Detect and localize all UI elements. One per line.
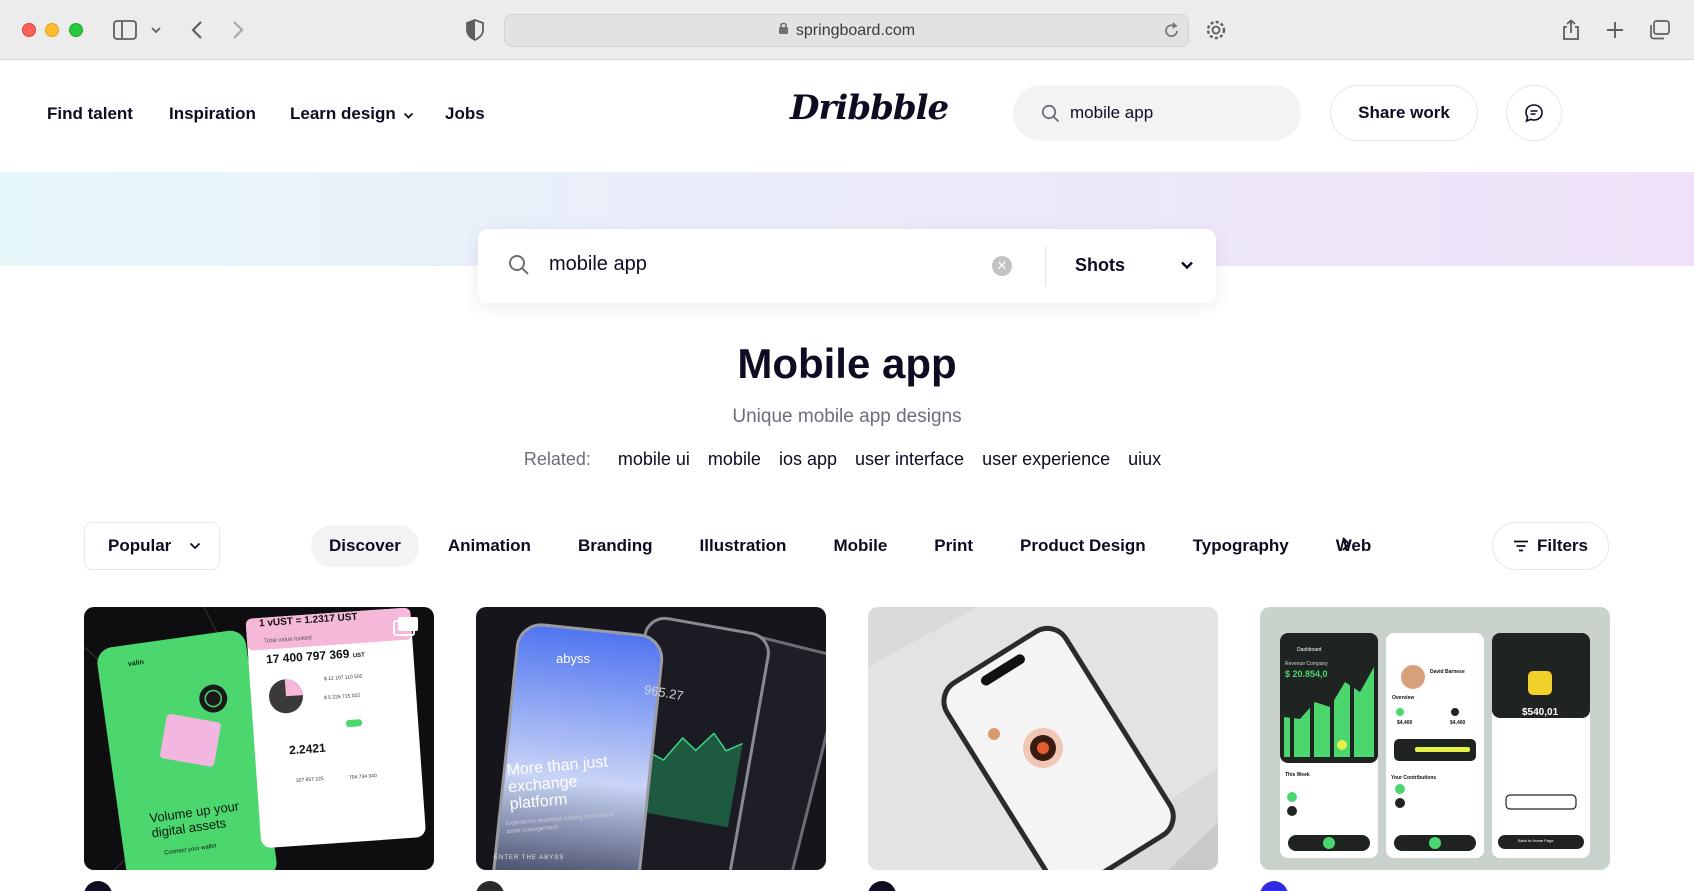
related-tag[interactable]: mobile [708, 449, 761, 470]
nav-learn-design-label: Learn design [290, 104, 396, 123]
chevron-down-icon[interactable] [150, 18, 162, 42]
header-search-input[interactable]: mobile app [1013, 85, 1301, 141]
related-tag[interactable]: user experience [982, 449, 1110, 470]
shield-icon[interactable] [466, 18, 484, 42]
avatar[interactable] [476, 881, 504, 891]
main-search-input[interactable]: mobile app [549, 253, 647, 276]
shot-text: $ 20.854,0 [1285, 669, 1328, 679]
settings-gear-icon[interactable] [1205, 18, 1227, 42]
avatar[interactable] [868, 881, 896, 891]
shot-meta-strip [476, 881, 826, 891]
related-tag[interactable]: uiux [1128, 449, 1161, 470]
shot-thumbnail[interactable]: 1 vUST = 1.2317 UST Total value locked 1… [84, 607, 434, 870]
tab-typography[interactable]: Typography [1175, 525, 1307, 567]
forward-icon[interactable] [231, 18, 245, 42]
shot-text: More than just exchange platform [506, 753, 609, 814]
lock-icon [778, 21, 789, 40]
url-text: springboard.com [795, 21, 916, 39]
related-label: Related: [523, 449, 591, 469]
clear-search-icon[interactable]: ✕ [992, 256, 1012, 276]
search-type-select[interactable]: Shots [1075, 255, 1125, 276]
back-icon[interactable] [190, 18, 204, 42]
filter-icon [1513, 540, 1528, 552]
chevron-down-icon[interactable] [1180, 257, 1194, 275]
shot-text: $4,400 [1450, 720, 1466, 726]
share-icon[interactable] [1562, 18, 1580, 42]
close-window-button[interactable] [22, 23, 36, 37]
shot-thumbnail[interactable]: abyss 965.27 More than just exchange pla… [476, 607, 826, 870]
tab-mobile[interactable]: Mobile [815, 525, 905, 567]
related-tag[interactable]: user interface [855, 449, 964, 470]
nav-jobs[interactable]: Jobs [445, 104, 485, 124]
shot-text: Your Contributions [1391, 775, 1437, 781]
sort-select-value: Popular [108, 536, 172, 555]
shot-text: Overview [1392, 695, 1415, 701]
avatar[interactable] [1260, 881, 1288, 891]
tab-discover[interactable]: Discover [311, 525, 419, 567]
shot-text: David Barnese [1430, 669, 1465, 675]
main-search-bar[interactable]: mobile app ✕ Shots [478, 229, 1216, 303]
shot-meta-strip [868, 881, 1218, 891]
shot-text: $4,400 [1397, 720, 1413, 726]
nav-inspiration[interactable]: Inspiration [169, 104, 256, 124]
messages-button[interactable] [1506, 85, 1562, 141]
tab-animation[interactable]: Animation [430, 525, 549, 567]
shot-thumbnail[interactable]: Dashboard Revenue Company $ 20.854,0 Dav… [1260, 607, 1610, 870]
sort-select[interactable]: Popular [84, 522, 220, 570]
search-icon [508, 254, 530, 281]
nav-learn-design[interactable]: Learn design [290, 104, 414, 124]
shot-text: Back to Home Page [1518, 838, 1554, 843]
shot-text: UST [352, 652, 366, 660]
chevron-down-icon [189, 542, 201, 550]
tab-illustration[interactable]: Illustration [682, 525, 805, 567]
browser-toolbar: springboard.com [0, 0, 1694, 60]
header-search-value: mobile app [1070, 103, 1154, 122]
tab-print[interactable]: Print [916, 525, 991, 567]
shot-meta-strip [1260, 881, 1610, 891]
sidebar-toggle-icon[interactable] [113, 18, 137, 42]
shot-text: Dashboard [1297, 647, 1322, 653]
share-work-button[interactable]: Share work [1330, 85, 1478, 141]
shot-text: Revenue Company [1285, 661, 1328, 667]
filters-label: Filters [1536, 536, 1589, 555]
tab-branding[interactable]: Branding [560, 525, 671, 567]
related-tag[interactable]: mobile ui [618, 449, 690, 470]
reload-icon[interactable] [1164, 22, 1180, 44]
shot-text: ENTER THE ABYSS [494, 855, 565, 861]
chevron-right-icon[interactable] [1341, 536, 1351, 557]
avatar[interactable] [84, 881, 112, 891]
page-subtitle: Unique mobile app designs [732, 406, 962, 427]
shot-1-artwork [84, 607, 426, 870]
page-title: Mobile app [737, 340, 957, 387]
dribbble-logo[interactable]: Dribbble [790, 88, 949, 128]
chat-bubble-icon [1525, 104, 1543, 123]
shot-text: 2.2421 [288, 740, 327, 758]
category-tabs: Discover Animation Branding Illustration… [311, 525, 1373, 567]
related-tag[interactable]: ios app [779, 449, 837, 470]
shot-text: abyss [556, 651, 590, 666]
search-divider [1045, 246, 1046, 286]
shot-text: $540,01 [1522, 707, 1559, 718]
filters-button[interactable]: Filters [1492, 522, 1609, 570]
minimize-window-button[interactable] [45, 23, 59, 37]
chevron-down-icon [403, 104, 414, 124]
shot-meta-strip [84, 881, 434, 891]
nav-find-talent[interactable]: Find talent [47, 104, 133, 124]
new-tab-icon[interactable] [1606, 18, 1624, 42]
search-icon [1041, 104, 1060, 122]
tab-overview-icon[interactable] [1648, 18, 1670, 42]
shot-thumbnail[interactable] [868, 607, 1218, 870]
related-tags: Related: mobile ui mobile ios app user i… [0, 449, 1694, 470]
shot-3-artwork [868, 607, 1218, 870]
address-bar[interactable]: springboard.com [504, 14, 1189, 47]
zoom-window-button[interactable] [69, 23, 83, 37]
tab-product-design[interactable]: Product Design [1002, 525, 1164, 567]
shot-text: This Week [1285, 772, 1310, 778]
